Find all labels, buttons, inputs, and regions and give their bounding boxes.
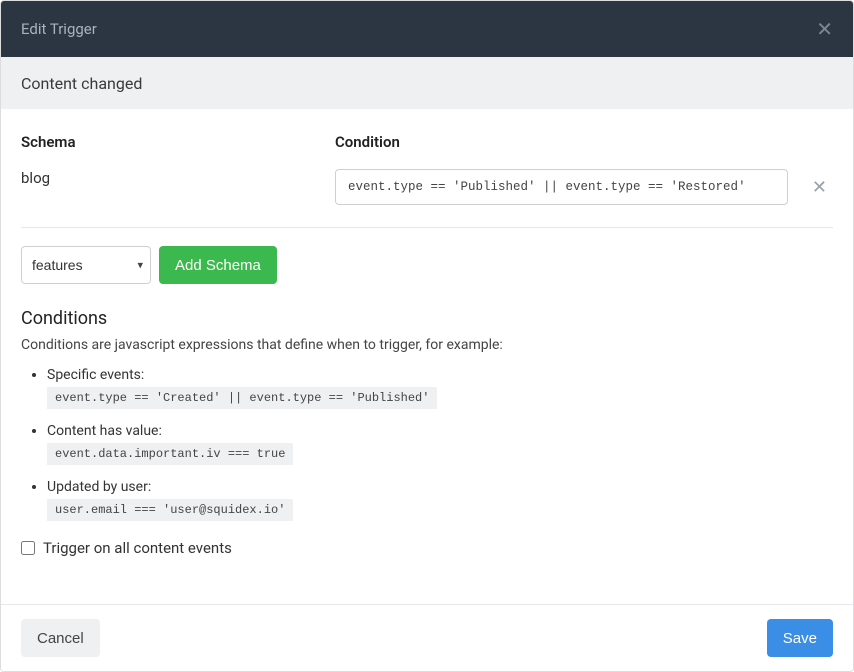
example-code: event.type == 'Created' || event.type ==…	[47, 387, 437, 409]
conditions-heading: Conditions	[21, 308, 833, 329]
cancel-button[interactable]: Cancel	[21, 619, 100, 657]
example-item: Content has value: event.data.important.…	[47, 423, 833, 465]
example-label: Specific events:	[47, 367, 833, 383]
save-button[interactable]: Save	[767, 619, 833, 657]
add-schema-button[interactable]: Add Schema	[159, 246, 277, 284]
condition-column-label: Condition	[335, 133, 833, 151]
trigger-all-row[interactable]: Trigger on all content events	[21, 539, 833, 557]
close-icon[interactable]: ✕	[816, 19, 833, 39]
subheader: Content changed	[1, 57, 853, 109]
trigger-all-checkbox[interactable]	[21, 541, 35, 555]
divider	[21, 227, 833, 228]
conditions-examples: Specific events: event.type == 'Created'…	[21, 367, 833, 521]
condition-input[interactable]	[335, 169, 788, 205]
example-label: Updated by user:	[47, 479, 833, 495]
example-code: user.email === 'user@squidex.io'	[47, 499, 293, 521]
schema-condition-header: Schema Condition	[21, 133, 833, 169]
edit-trigger-dialog: Edit Trigger ✕ Content changed Schema Co…	[0, 0, 854, 672]
example-item: Specific events: event.type == 'Created'…	[47, 367, 833, 409]
add-schema-row: features ▾ Add Schema	[21, 246, 833, 284]
conditions-hint: Conditions are javascript expressions th…	[21, 337, 833, 353]
dialog-body: Schema Condition blog ✕ features ▾	[1, 109, 853, 604]
dialog-title: Edit Trigger	[21, 20, 97, 38]
schema-name: blog	[21, 169, 335, 187]
example-item: Updated by user: user.email === 'user@sq…	[47, 479, 833, 521]
subheader-text: Content changed	[21, 74, 142, 93]
example-label: Content has value:	[47, 423, 833, 439]
trigger-all-label: Trigger on all content events	[43, 539, 232, 557]
example-code: event.data.important.iv === true	[47, 443, 293, 465]
dialog-footer: Cancel Save	[1, 604, 853, 671]
remove-row-icon[interactable]: ✕	[806, 177, 833, 198]
schema-select[interactable]: features	[21, 246, 151, 284]
schema-column-label: Schema	[21, 133, 335, 151]
titlebar: Edit Trigger ✕	[1, 1, 853, 57]
schema-row: blog ✕	[21, 169, 833, 205]
